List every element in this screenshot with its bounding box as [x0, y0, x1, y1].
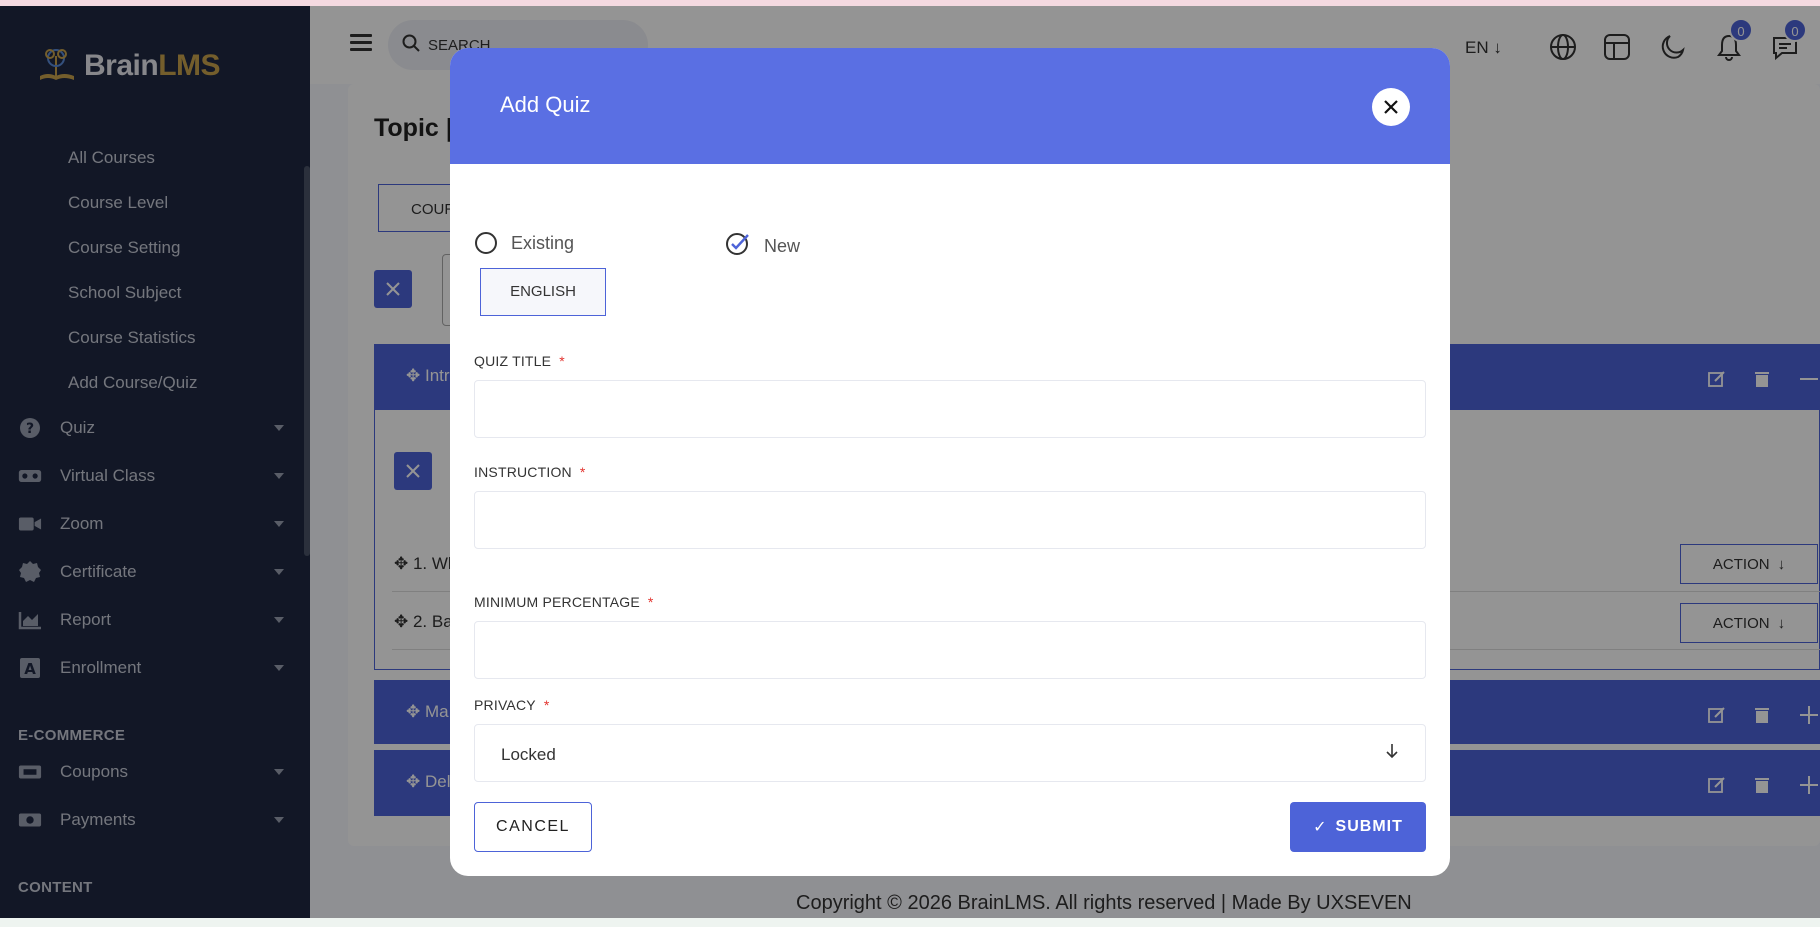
radio-checked-icon: [726, 232, 750, 261]
privacy-selected-value: Locked: [501, 745, 556, 764]
arrow-down-icon: [1385, 743, 1399, 764]
instruction-label: INSTRUCTION *: [474, 464, 586, 480]
modal-title: Add Quiz: [500, 92, 591, 117]
checkmark-icon: ✓: [1313, 819, 1328, 836]
radio-new-label: New: [764, 236, 801, 256]
privacy-select[interactable]: Locked: [474, 724, 1426, 782]
modal-close-button[interactable]: [1372, 88, 1410, 126]
submit-button[interactable]: ✓ SUBMIT: [1290, 802, 1426, 852]
minimum-percentage-input[interactable]: [474, 621, 1426, 679]
radio-existing[interactable]: Existing: [475, 232, 574, 254]
quiz-title-label: QUIZ TITLE *: [474, 353, 565, 369]
instruction-input[interactable]: [474, 491, 1426, 549]
add-quiz-modal: Add Quiz Existing New ENGLISH QUIZ TITLE…: [450, 48, 1450, 876]
quiz-title-input[interactable]: [474, 380, 1426, 438]
tab-english[interactable]: ENGLISH: [480, 268, 606, 316]
modal-header: Add Quiz: [450, 48, 1450, 164]
privacy-label: PRIVACY *: [474, 697, 550, 713]
cancel-button[interactable]: CANCEL: [474, 802, 592, 852]
radio-unchecked-icon: [475, 232, 497, 254]
bottom-strip: [0, 918, 1820, 927]
radio-existing-label: Existing: [511, 232, 575, 253]
submit-label: SUBMIT: [1335, 818, 1403, 835]
minimum-percentage-label: MINIMUM PERCENTAGE *: [474, 594, 654, 610]
radio-new[interactable]: New: [726, 232, 800, 261]
close-icon: [1384, 100, 1398, 114]
